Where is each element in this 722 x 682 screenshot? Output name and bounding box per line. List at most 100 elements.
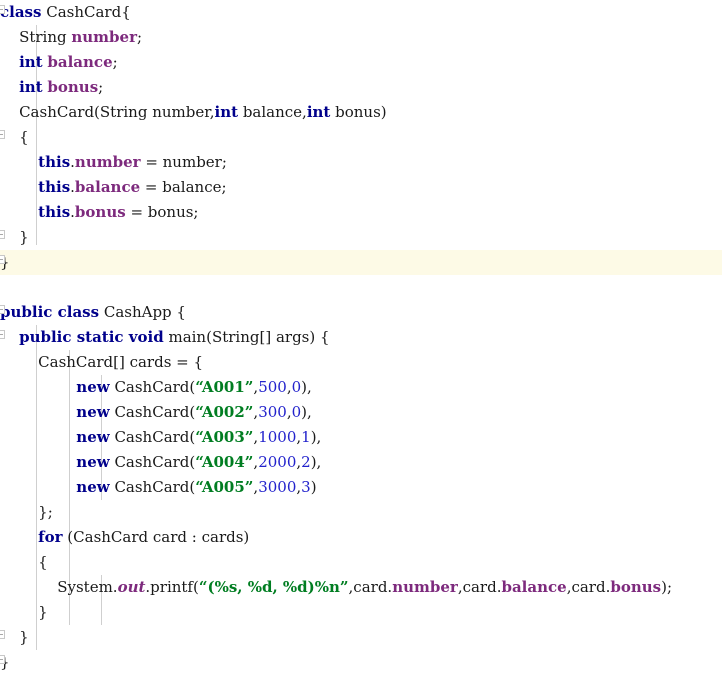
token-pln: CashCard(: [109, 453, 196, 471]
token-pln: [0, 450, 76, 475]
token-num: 1: [301, 428, 311, 446]
token-num: 1000: [258, 428, 297, 446]
token-pln: (CashCard card : cards): [62, 528, 250, 546]
token-fld: balance: [74, 178, 141, 196]
code-line-5[interactable]: CashCard(String number,int balance,int b…: [0, 100, 722, 125]
code-line-1[interactable]: class CashCard{: [0, 0, 722, 25]
token-pln: = bonus;: [125, 203, 199, 221]
token-str: “A005”: [195, 478, 254, 496]
token-kw: new: [76, 428, 110, 446]
token-num: 2000: [258, 453, 297, 471]
code-line-23[interactable]: {: [0, 550, 722, 575]
token-pln: main(String[] args) {: [163, 328, 330, 346]
token-pln: [0, 75, 19, 100]
token-str: “(%s, %d, %d)%n”: [198, 578, 349, 596]
token-pln: [0, 375, 76, 400]
token-num: 0: [291, 378, 302, 396]
token-str: “A001”: [195, 378, 254, 396]
fold-class-cashapp-fold-icon[interactable]: [0, 305, 5, 314]
token-kw: int: [19, 78, 43, 96]
token-pln: ;: [98, 78, 104, 96]
token-pln: String: [0, 28, 72, 46]
code-editor[interactable]: class CashCard{ String number; int balan…: [0, 0, 722, 682]
token-pln: {: [0, 553, 48, 571]
fold-class-end-fold-icon[interactable]: [0, 255, 5, 264]
code-line-4[interactable]: int bonus;: [0, 75, 722, 100]
token-pln: CashCard(: [109, 378, 196, 396]
code-line-15[interactable]: CashCard[] cards = {: [0, 350, 722, 375]
token-str: “A002”: [195, 403, 254, 421]
token-kw: this: [38, 203, 71, 221]
token-num: 3: [301, 478, 311, 496]
token-pln: CashCard(: [109, 478, 196, 496]
code-line-12[interactable]: [0, 275, 722, 300]
token-num: 2: [301, 453, 311, 471]
code-line-19[interactable]: new CashCard(“A004”,2000,2),: [0, 450, 722, 475]
code-line-24[interactable]: System.out.printf(“(%s, %d, %d)%n”,card.…: [0, 575, 722, 600]
token-fld: bonus: [47, 78, 99, 96]
token-pln: ,card.: [348, 578, 393, 596]
token-kw: int: [214, 103, 239, 121]
token-fldi: out: [117, 578, 146, 596]
code-line-20[interactable]: new CashCard(“A005”,3000,3): [0, 475, 722, 500]
token-kw: int: [19, 53, 43, 71]
token-fld: number: [392, 578, 458, 596]
fold-main-method-fold-icon[interactable]: [0, 330, 5, 339]
token-pln: );: [661, 578, 672, 596]
token-num: 0: [291, 403, 302, 421]
token-kw: int: [306, 103, 331, 121]
code-line-6[interactable]: {: [0, 125, 722, 150]
token-pln: CashApp {: [99, 303, 186, 321]
token-kw: new: [76, 478, 110, 496]
code-line-27[interactable]: }: [0, 650, 722, 675]
token-pln: balance,: [238, 103, 307, 121]
token-kw: new: [76, 403, 110, 421]
code-line-14[interactable]: public static void main(String[] args) {: [0, 325, 722, 350]
code-line-8[interactable]: this.balance = balance;: [0, 175, 722, 200]
code-line-11[interactable]: }: [0, 250, 722, 275]
token-num: 500: [258, 378, 287, 396]
token-pln: ,card.: [457, 578, 502, 596]
token-pln: ,card.: [566, 578, 611, 596]
token-kw: new: [76, 378, 110, 396]
token-fld: bonus: [610, 578, 662, 596]
token-pln: ),: [310, 453, 322, 471]
code-line-13[interactable]: public class CashApp {: [0, 300, 722, 325]
code-line-9[interactable]: this.bonus = bonus;: [0, 200, 722, 225]
fold-cashapp-end-fold-icon[interactable]: [0, 655, 5, 664]
code-line-18[interactable]: new CashCard(“A003”,1000,1),: [0, 425, 722, 450]
code-line-2[interactable]: String number;: [0, 25, 722, 50]
fold-main-end-fold-icon[interactable]: [0, 630, 5, 639]
fold-cashcard-end-fold-icon[interactable]: [0, 230, 5, 239]
token-pln: ;: [112, 53, 118, 71]
token-kw: new: [76, 453, 110, 471]
code-line-7[interactable]: this.number = number;: [0, 150, 722, 175]
token-pln: ): [310, 478, 317, 496]
token-pln: .printf(: [145, 578, 199, 596]
code-line-3[interactable]: int balance;: [0, 50, 722, 75]
token-pln: System.: [0, 578, 118, 596]
code-line-22[interactable]: for (CashCard card : cards): [0, 525, 722, 550]
token-kw: for: [38, 528, 63, 546]
token-pln: = balance;: [140, 178, 227, 196]
token-pln: CashCard{: [41, 3, 131, 21]
code-line-16[interactable]: new CashCard(“A001”,500,0),: [0, 375, 722, 400]
code-line-26[interactable]: }: [0, 625, 722, 650]
fold-class-cashcard-fold-icon[interactable]: [0, 5, 5, 14]
token-pln: CashCard(: [109, 428, 196, 446]
token-num: 3000: [258, 478, 297, 496]
code-line-25[interactable]: }: [0, 600, 722, 625]
token-pln: };: [0, 503, 53, 521]
token-pln: CashCard(String number,: [0, 103, 215, 121]
token-pln: CashCard[] cards = {: [0, 353, 204, 371]
token-kw: this: [38, 178, 71, 196]
token-kw: public static void: [19, 328, 164, 346]
token-kw: public class: [0, 303, 100, 321]
fold-constructor-fold-icon[interactable]: [0, 130, 5, 139]
token-pln: = number;: [140, 153, 227, 171]
code-line-17[interactable]: new CashCard(“A002”,300,0),: [0, 400, 722, 425]
token-pln: [0, 475, 76, 500]
code-line-21[interactable]: };: [0, 500, 722, 525]
token-pln: [0, 400, 76, 425]
code-line-10[interactable]: }: [0, 225, 722, 250]
